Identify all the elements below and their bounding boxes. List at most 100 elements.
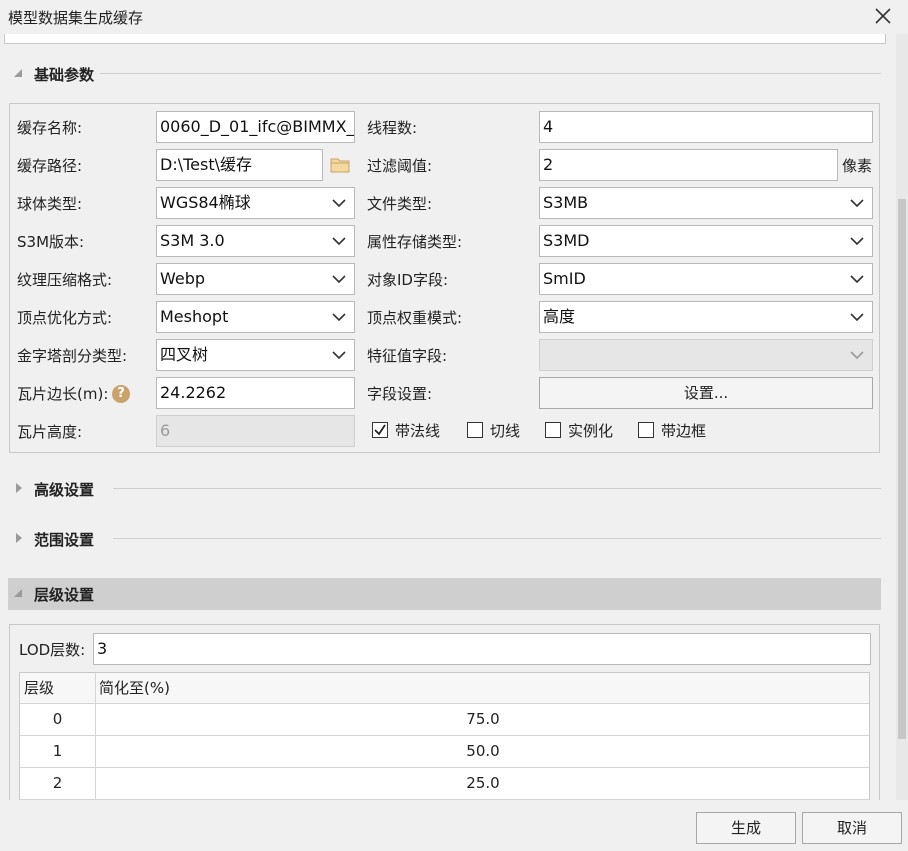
- s3m-version-label: S3M版本:: [17, 233, 85, 251]
- lod-simplify-cell[interactable]: 75.0: [96, 704, 870, 735]
- section-range-header[interactable]: 范围设置: [8, 523, 881, 555]
- lod-table-header: 层级 简化至(%): [20, 673, 869, 704]
- chevron-down-icon: [332, 349, 346, 361]
- lod-table: 层级 简化至(%) 0 75.0 1 50.0 2 25.0: [19, 672, 870, 800]
- threads-input[interactable]: 4: [539, 111, 873, 143]
- collapse-triangle-icon: [14, 69, 22, 77]
- pyramid-label: 金字塔剖分类型:: [17, 347, 128, 365]
- tangent-checkbox-label: 切线: [490, 422, 521, 440]
- instancing-checkbox-label: 实例化: [568, 422, 614, 440]
- attr-storage-select[interactable]: S3MD: [539, 225, 873, 257]
- table-row[interactable]: 0 75.0: [20, 704, 869, 736]
- section-divider: [113, 488, 881, 489]
- vertex-weight-select[interactable]: 高度: [539, 301, 873, 333]
- s3m-version-value: S3M 3.0: [160, 231, 225, 250]
- section-divider: [100, 73, 881, 74]
- lod-simplify-cell[interactable]: 50.0: [96, 736, 870, 767]
- instancing-checkbox[interactable]: [545, 422, 561, 438]
- lod-col-level: 层级: [24, 679, 55, 697]
- previous-panel-edge: [4, 34, 886, 44]
- section-range-title: 范围设置: [34, 531, 95, 549]
- s3m-version-select[interactable]: S3M 3.0: [156, 225, 355, 257]
- window-title: 模型数据集生成缓存: [8, 9, 144, 27]
- section-levels-header[interactable]: 层级设置: [8, 578, 881, 610]
- feature-field-label: 特征值字段:: [367, 347, 448, 365]
- chevron-down-icon: [850, 235, 864, 247]
- collapse-triangle-icon: [14, 589, 22, 597]
- chevron-down-icon: [850, 349, 864, 361]
- chevron-down-icon: [332, 311, 346, 323]
- cancel-button[interactable]: 取消: [802, 812, 902, 844]
- section-basic-header[interactable]: 基础参数: [8, 58, 881, 90]
- chevron-down-icon: [850, 273, 864, 285]
- object-id-value: SmID: [543, 269, 586, 288]
- vertex-weight-label: 顶点权重模式:: [367, 309, 463, 327]
- levels-panel: LOD层数: 3 层级 简化至(%) 0 75.0 1 50.0 2 25.0: [9, 624, 880, 800]
- filter-unit-label: 像素: [842, 157, 873, 175]
- chevron-down-icon: [332, 197, 346, 209]
- cache-path-label: 缓存路径:: [17, 157, 83, 175]
- filter-input[interactable]: 2: [539, 149, 838, 181]
- texture-label: 纹理压缩格式:: [17, 271, 113, 289]
- table-row[interactable]: 1 50.0: [20, 736, 869, 768]
- border-checkbox[interactable]: [638, 422, 654, 438]
- cache-name-input[interactable]: 0060_D_01_ifc@BIMMX_1: [156, 111, 355, 143]
- file-type-value: S3MB: [543, 193, 589, 212]
- folder-icon[interactable]: [330, 156, 350, 174]
- section-advanced-title: 高级设置: [34, 481, 95, 499]
- chevron-down-icon: [850, 311, 864, 323]
- chevron-down-icon: [332, 235, 346, 247]
- ellipsoid-select[interactable]: WGS84椭球: [156, 187, 355, 219]
- pyramid-select[interactable]: 四叉树: [156, 339, 355, 371]
- tangent-checkbox[interactable]: [467, 422, 483, 438]
- ellipsoid-label: 球体类型:: [17, 195, 83, 213]
- lod-count-input[interactable]: 3: [93, 633, 871, 665]
- close-icon[interactable]: [872, 5, 894, 27]
- file-type-select[interactable]: S3MB: [539, 187, 873, 219]
- vertex-opt-value: Meshopt: [160, 307, 229, 326]
- basic-params-panel: 缓存名称: 缓存路径: 球体类型: S3M版本: 纹理压缩格式: 顶点优化方式:…: [9, 103, 880, 453]
- expand-triangle-icon: [16, 533, 22, 543]
- field-settings-label: 字段设置:: [367, 385, 433, 403]
- vertex-weight-value: 高度: [543, 307, 576, 326]
- lod-level-cell: 0: [52, 710, 63, 728]
- feature-field-select: [539, 339, 873, 371]
- section-basic-title: 基础参数: [34, 66, 95, 84]
- section-divider: [113, 538, 881, 539]
- normal-checkbox-label: 带法线: [395, 422, 441, 440]
- pyramid-value: 四叉树: [160, 345, 209, 364]
- border-checkbox-label: 带边框: [661, 422, 707, 440]
- cache-name-label: 缓存名称:: [17, 119, 83, 137]
- ellipsoid-value: WGS84椭球: [160, 193, 251, 212]
- lod-col-simplify: 简化至(%): [99, 679, 170, 697]
- tile-height-label: 瓦片高度:: [17, 423, 83, 441]
- attr-storage-value: S3MD: [543, 231, 590, 250]
- texture-value: Webp: [160, 269, 206, 288]
- object-id-select[interactable]: SmID: [539, 263, 873, 295]
- tile-side-input[interactable]: 24.2262: [156, 377, 355, 409]
- attr-storage-label: 属性存储类型:: [367, 233, 463, 251]
- normal-checkbox[interactable]: [372, 422, 388, 438]
- lod-level-cell: 1: [52, 742, 63, 760]
- table-row[interactable]: 2 25.0: [20, 768, 869, 800]
- expand-triangle-icon: [16, 483, 22, 493]
- scrollbar-thumb[interactable]: [898, 199, 906, 739]
- vertical-scrollbar[interactable]: [896, 34, 908, 800]
- chevron-down-icon: [850, 197, 864, 209]
- lod-level-cell: 2: [52, 774, 63, 792]
- cache-path-input[interactable]: D:\Test\缓存: [156, 149, 323, 181]
- section-advanced-header[interactable]: 高级设置: [8, 473, 881, 505]
- generate-button[interactable]: 生成: [696, 812, 796, 844]
- chevron-down-icon: [332, 273, 346, 285]
- vertex-opt-label: 顶点优化方式:: [17, 309, 113, 327]
- filter-label: 过滤阈值:: [367, 157, 433, 175]
- vertex-opt-select[interactable]: Meshopt: [156, 301, 355, 333]
- texture-select[interactable]: Webp: [156, 263, 355, 295]
- help-icon[interactable]: ?: [112, 385, 130, 403]
- field-settings-button[interactable]: 设置...: [539, 377, 873, 409]
- object-id-label: 对象ID字段:: [367, 271, 449, 289]
- tile-height-input: 6: [156, 415, 355, 447]
- threads-label: 线程数:: [367, 119, 418, 137]
- lod-simplify-cell[interactable]: 25.0: [96, 768, 870, 799]
- dialog-footer: 生成 取消: [0, 800, 908, 851]
